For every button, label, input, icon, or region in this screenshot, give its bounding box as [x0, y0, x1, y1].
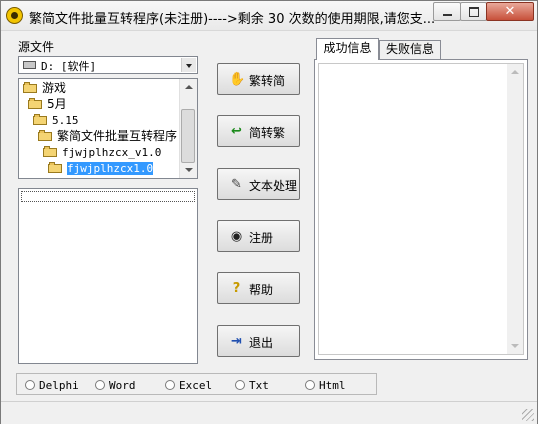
drive-icon: [23, 61, 36, 69]
scroll-up-icon[interactable]: [511, 70, 519, 74]
tree-item-label: fjwjplhzcx_v1.0: [62, 146, 162, 159]
open-folder-icon: [43, 146, 59, 157]
status-bar: [1, 401, 537, 424]
arrow-return-icon: ↩: [231, 124, 242, 139]
scroll-up-icon[interactable]: [185, 85, 193, 89]
folder-icon: [23, 82, 39, 93]
tab-success-info[interactable]: 成功信息: [316, 38, 379, 60]
text-process-button[interactable]: ✎ 文本处理: [217, 168, 300, 200]
question-icon: ?: [232, 281, 241, 296]
open-folder-icon: [48, 162, 64, 173]
radio-word[interactable]: Word: [95, 379, 136, 392]
success-info-list[interactable]: [318, 63, 524, 355]
tree-scrollbar[interactable]: [179, 79, 197, 178]
hand-icon: ✋: [229, 72, 246, 87]
button-label: 繁转简: [249, 74, 286, 88]
folder-tree[interactable]: 游戏 5月 5.15 繁简文件批量互转程序 fjwjplhzcx_v1.0 fj…: [18, 78, 198, 179]
title-bar: 繁简文件批量互转程序(未注册)---->剩余 30 次数的使用期限,请您支...…: [1, 1, 537, 31]
button-label: 简转繁: [249, 126, 286, 140]
radio-circle[interactable]: [165, 380, 175, 390]
radio-txt[interactable]: Txt: [235, 379, 269, 392]
folder-icon: [38, 130, 54, 141]
tree-item-label: fjwjplhzcx1.0: [67, 162, 154, 175]
file-list-focus-row[interactable]: [21, 191, 195, 202]
tree-item-label: 游戏: [42, 81, 67, 95]
minimize-button[interactable]: [433, 2, 461, 21]
tab-failure-info[interactable]: 失败信息: [379, 40, 441, 59]
close-icon: ✕: [504, 4, 516, 19]
button-label: 文本处理: [249, 179, 298, 193]
button-label: 退出: [249, 336, 274, 350]
close-button[interactable]: ✕: [486, 2, 534, 21]
radio-label: Word: [109, 379, 136, 392]
eye-icon: ◉: [230, 229, 243, 244]
window-title: 繁简文件批量互转程序(未注册)---->剩余 30 次数的使用期限,请您支...: [29, 12, 436, 27]
radio-label: Delphi: [39, 379, 79, 392]
radio-label: Html: [319, 379, 346, 392]
resize-grip-icon[interactable]: [522, 409, 534, 421]
to-simplified-button[interactable]: ✋ 繁转简: [217, 63, 300, 95]
info-scrollbar[interactable]: [507, 64, 523, 354]
tree-item-games[interactable]: 游戏: [23, 80, 66, 96]
scroll-down-icon[interactable]: [185, 168, 193, 172]
to-traditional-button[interactable]: ↩ 简转繁: [217, 115, 300, 147]
exit-door-icon: ⇥: [231, 334, 242, 349]
radio-circle[interactable]: [25, 380, 35, 390]
tree-item-label: 繁简文件批量互转程序: [57, 129, 178, 143]
scroll-down-icon[interactable]: [511, 344, 519, 348]
radio-html[interactable]: Html: [305, 379, 346, 392]
radio-label: Txt: [249, 379, 269, 392]
drive-select[interactable]: D: [软件]: [18, 56, 198, 74]
chevron-down-icon[interactable]: [181, 58, 196, 72]
register-button[interactable]: ◉ 注册: [217, 220, 300, 252]
button-label: 帮助: [249, 283, 274, 297]
folder-icon: [28, 98, 44, 109]
tree-item-program-folder[interactable]: 繁简文件批量互转程序: [38, 128, 177, 144]
tree-item-5-15[interactable]: 5.15: [33, 112, 79, 128]
drive-value: D: [软件]: [41, 60, 97, 73]
folder-icon: [33, 114, 49, 125]
radio-label: Excel: [179, 379, 213, 392]
main-window: 繁简文件批量互转程序(未注册)---->剩余 30 次数的使用期限,请您支...…: [0, 0, 538, 424]
file-list[interactable]: [18, 188, 198, 364]
tree-item-label: 5.15: [52, 114, 79, 127]
source-files-label: 源文件: [18, 40, 55, 54]
radio-circle[interactable]: [235, 380, 245, 390]
tree-item-may[interactable]: 5月: [28, 96, 67, 112]
button-label: 注册: [249, 231, 274, 245]
tree-item-selected[interactable]: fjwjplhzcx1.0: [48, 160, 154, 176]
tab-panel: [314, 59, 528, 360]
radio-excel[interactable]: Excel: [165, 379, 212, 392]
format-radio-group: Delphi Word Excel Txt Html: [16, 373, 377, 395]
app-icon: [6, 7, 23, 24]
info-tabs: 成功信息 失败信息: [314, 38, 528, 360]
radio-circle[interactable]: [305, 380, 315, 390]
help-button[interactable]: ? 帮助: [217, 272, 300, 304]
radio-circle[interactable]: [95, 380, 105, 390]
scroll-thumb[interactable]: [181, 109, 195, 163]
exit-button[interactable]: ⇥ 退出: [217, 325, 300, 357]
tree-item-v1[interactable]: fjwjplhzcx_v1.0: [43, 144, 161, 160]
radio-delphi[interactable]: Delphi: [25, 379, 79, 392]
document-edit-icon: ✎: [231, 177, 242, 192]
maximize-button[interactable]: [460, 2, 487, 21]
tree-item-label: 5月: [47, 97, 67, 111]
